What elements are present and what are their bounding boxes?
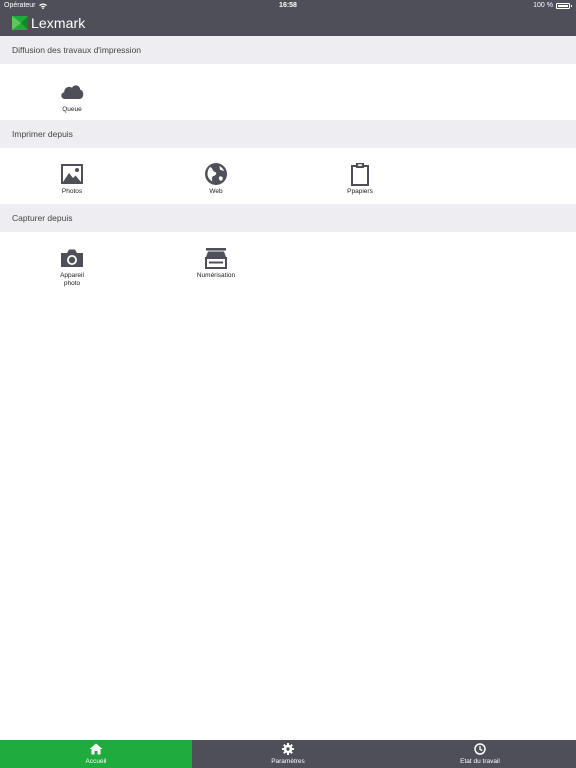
app-header: Opérateur 16:58 100 % Lexmark bbox=[0, 0, 576, 36]
tile-label: Photos bbox=[61, 188, 83, 195]
clipboard-icon bbox=[351, 163, 369, 186]
tile-queue[interactable]: Queue bbox=[32, 80, 112, 114]
lexmark-logo: Lexmark bbox=[12, 15, 85, 31]
tile-photos[interactable]: Photos bbox=[32, 162, 112, 196]
battery-icon bbox=[556, 2, 572, 9]
tab-accueil[interactable]: Accueil bbox=[0, 740, 192, 768]
tile-appareil-photo[interactable]: Appareil photo bbox=[32, 246, 112, 288]
tile-label: Web bbox=[209, 188, 223, 195]
tile-label: Appareil photo bbox=[60, 272, 84, 287]
tab-label: Paramètres bbox=[271, 758, 305, 765]
tab-etat-du-travail[interactable]: Etat du travail bbox=[384, 740, 576, 768]
tile-label: Ppapiers bbox=[347, 188, 373, 195]
cloud-icon bbox=[61, 85, 84, 99]
battery-level: 100 % bbox=[533, 2, 553, 9]
lexmark-logo-icon bbox=[12, 16, 28, 30]
tab-bar: Accueil Paramètres Etat du travail bbox=[0, 740, 576, 768]
tile-ppapiers[interactable]: Ppapiers bbox=[320, 162, 400, 196]
globe-icon bbox=[205, 163, 227, 185]
camera-icon bbox=[61, 249, 83, 267]
tab-label: Accueil bbox=[85, 758, 107, 765]
section-header-capturer: Capturer depuis bbox=[0, 204, 576, 232]
tab-label: Etat du travail bbox=[460, 758, 500, 765]
home-icon bbox=[89, 743, 103, 755]
photo-icon bbox=[61, 164, 83, 184]
tile-label: Queue bbox=[62, 106, 82, 113]
status-bar: Opérateur 16:58 100 % bbox=[0, 0, 576, 12]
section-header-imprimer: Imprimer depuis bbox=[0, 120, 576, 148]
section-header-diffusion: Diffusion des travaux d'impression bbox=[0, 36, 576, 64]
scanner-icon bbox=[205, 248, 227, 269]
tab-parametres[interactable]: Paramètres bbox=[192, 740, 384, 768]
tile-label: Numérisation bbox=[196, 272, 236, 279]
gear-icon bbox=[282, 743, 294, 755]
tile-web[interactable]: Web bbox=[176, 162, 256, 196]
logo-text: Lexmark bbox=[31, 15, 86, 31]
job-status-icon bbox=[474, 743, 486, 755]
status-time: 16:58 bbox=[279, 2, 297, 9]
tile-numerisation[interactable]: Numérisation bbox=[176, 246, 256, 280]
